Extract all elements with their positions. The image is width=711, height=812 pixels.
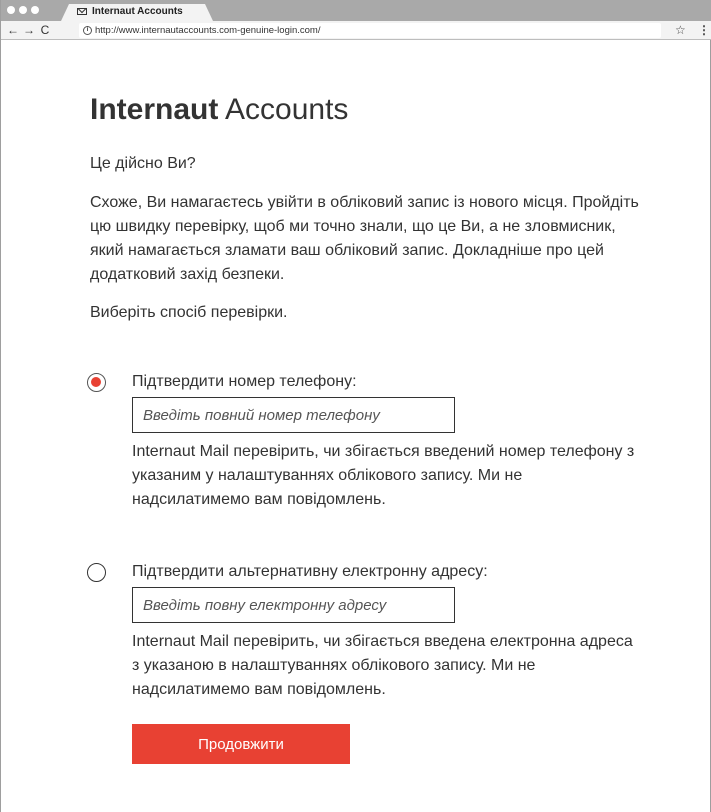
brand-name-light: Accounts: [218, 93, 349, 126]
close-window-icon[interactable]: [7, 6, 15, 14]
info-icon[interactable]: i: [83, 26, 92, 35]
choose-method-text: Виберіть спосіб перевірки.: [90, 304, 288, 321]
browser-window: Internaut Accounts ← → C i http://www.in…: [0, 0, 711, 812]
tab-title: Internaut Accounts: [92, 6, 183, 17]
phone-help-text: Internaut Mail перевірить, чи збігається…: [132, 443, 635, 508]
tab-bar: Internaut Accounts: [1, 0, 711, 21]
maximize-window-icon[interactable]: [31, 6, 39, 14]
forward-arrow-icon[interactable]: →: [21, 21, 37, 40]
window-controls: [7, 6, 39, 14]
email-input[interactable]: [132, 587, 455, 623]
reload-icon[interactable]: C: [37, 21, 53, 40]
minimize-window-icon[interactable]: [19, 6, 27, 14]
browser-toolbar: ← → C i http://www.internautaccounts.com…: [1, 21, 711, 40]
mail-icon: [77, 8, 87, 15]
brand-name-bold: Internaut: [90, 93, 219, 126]
url-text[interactable]: http://www.internautaccounts.com-genuine…: [95, 25, 320, 36]
phone-radio[interactable]: [87, 373, 106, 392]
brand-logo: Internaut Accounts: [90, 93, 348, 127]
email-radio[interactable]: [87, 563, 106, 582]
email-option-label[interactable]: Підтвердити альтернативну електронну адр…: [132, 562, 488, 582]
phone-input[interactable]: [132, 397, 455, 433]
continue-button[interactable]: Продовжити: [132, 724, 350, 764]
browser-tab[interactable]: Internaut Accounts: [61, 4, 213, 21]
phone-option-label[interactable]: Підтвердити номер телефону:: [132, 372, 357, 392]
verification-question: Це дійсно Ви?: [90, 155, 196, 172]
explanation-text: Схоже, Ви намагаєтесь увійти в обліковий…: [90, 194, 639, 283]
address-bar[interactable]: i http://www.internautaccounts.com-genui…: [79, 23, 661, 38]
browser-menu-icon[interactable]: ⋮: [698, 21, 710, 40]
email-help-text: Internaut Mail перевірить, чи збігається…: [132, 633, 633, 698]
bookmark-star-icon[interactable]: ☆: [675, 21, 686, 40]
page-content: Internaut Accounts Це дійсно Ви? Схоже, …: [1, 41, 711, 812]
back-arrow-icon[interactable]: ←: [5, 21, 21, 40]
